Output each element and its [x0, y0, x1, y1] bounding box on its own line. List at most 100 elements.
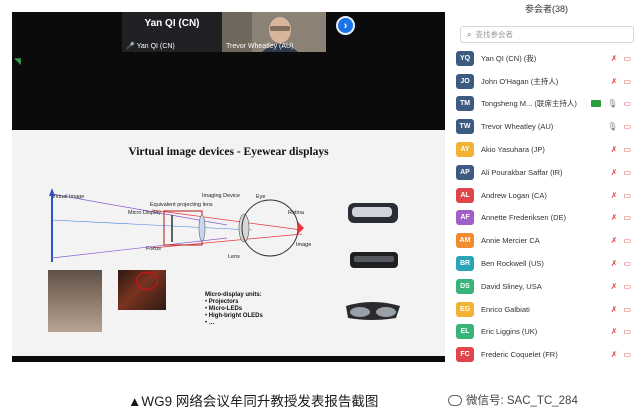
mic-icon[interactable]: 🎙: [607, 99, 617, 108]
presentation-slide: Virtual image devices - Eyewear displays…: [12, 130, 445, 356]
participant-name: Akio Yasuhara (JP): [481, 145, 545, 155]
person-photo: [48, 270, 102, 332]
participant-row[interactable]: AP Ali Pourakbar Saffar (IR) ✗ ▭: [456, 161, 637, 184]
participant-name: Trevor Wheatley (AU): [481, 122, 554, 132]
screen-share-icon: [591, 100, 602, 108]
camera-off-icon[interactable]: ▭: [623, 122, 631, 131]
camera-off-icon[interactable]: ▭: [623, 213, 631, 222]
label-imaging-device: Imaging Device: [202, 193, 240, 199]
mic-off-icon[interactable]: ✗: [611, 305, 618, 314]
camera-off-icon[interactable]: ▭: [623, 54, 631, 63]
wechat-watermark: 微信号: SAC_TC_284: [448, 392, 578, 408]
highlight-circle: [136, 272, 158, 290]
mic-off-icon: 🎤: [126, 43, 135, 50]
avatar: YQ: [456, 50, 474, 66]
avatar: AP: [456, 164, 474, 180]
label-equiv-lens: Equivalent projecting lens: [150, 202, 213, 208]
video-tile-trevor[interactable]: Trevor Wheatley (AU): [222, 12, 326, 52]
signal-icon: ◥: [14, 56, 21, 66]
search-placeholder: 查找参会者: [475, 30, 513, 39]
micro-item: • High-bright OLEDs: [205, 313, 263, 319]
camera-off-icon[interactable]: ▭: [623, 77, 631, 86]
video-tile-yan-qi[interactable]: Yan QI (CN) 🎤 Yan QI (CN): [122, 12, 222, 52]
participant-row[interactable]: DS David Sliney, USA ✗ ▭: [456, 275, 637, 298]
participant-name: Annie Mercier CA: [481, 236, 540, 246]
participant-status: ✗ ▭: [611, 207, 631, 230]
mic-icon[interactable]: 🎙: [607, 122, 617, 131]
participant-row[interactable]: TW Trevor Wheatley (AU) 🎙 ▭: [456, 115, 637, 138]
camera-off-icon[interactable]: ▭: [623, 99, 631, 108]
avatar: DS: [456, 278, 474, 294]
micro-display-list: Micro-display units: • Projectors • Micr…: [205, 292, 263, 327]
label-virtual-image: Virtual Image: [52, 194, 85, 200]
participant-name: Tongsheng M... (联席主持人): [481, 99, 577, 109]
shared-screen: Yan QI (CN) 🎤 Yan QI (CN) Trevor Wheatle…: [12, 12, 445, 362]
avatar: AM: [456, 233, 474, 249]
tile-label: 🎤 Yan QI (CN): [126, 42, 175, 51]
camera-off-icon[interactable]: ▭: [623, 259, 631, 268]
next-video-button[interactable]: ›: [336, 16, 355, 35]
tile-label: Trevor Wheatley (AU): [226, 43, 293, 50]
camera-off-icon[interactable]: ▭: [623, 236, 631, 245]
micro-item: • Micro-LEDs: [205, 306, 243, 312]
participant-name: Andrew Logan (CA): [481, 190, 547, 200]
figure-caption: ▲WG9 网络会议牟同升教授发表报告截图: [128, 394, 379, 409]
label-retina: Retina: [288, 210, 304, 216]
camera-off-icon[interactable]: ▭: [623, 305, 631, 314]
participant-status: ✗ ▭: [611, 161, 631, 184]
micro-heading: Micro-display units:: [205, 292, 262, 298]
avatar: FC: [456, 347, 474, 363]
camera-off-icon[interactable]: ▭: [623, 168, 631, 177]
participant-status: ✗ ▭: [611, 343, 631, 366]
mic-off-icon[interactable]: ✗: [611, 77, 618, 86]
camera-off-icon[interactable]: ▭: [623, 327, 631, 336]
video-strip: Yan QI (CN) 🎤 Yan QI (CN) Trevor Wheatle…: [122, 12, 326, 52]
mic-off-icon[interactable]: ✗: [611, 350, 618, 359]
tile-label-text: Yan QI (CN): [136, 42, 175, 50]
mic-off-icon[interactable]: ✗: [611, 191, 618, 200]
participant-row[interactable]: AM Annie Mercier CA ✗ ▭: [456, 229, 637, 252]
participant-status: ✗ ▭: [611, 321, 631, 344]
participant-name: Enrico Galbiati: [481, 304, 530, 314]
mic-off-icon[interactable]: ✗: [611, 259, 618, 268]
participant-row[interactable]: AY Akio Yasuhara (JP) ✗ ▭: [456, 138, 637, 161]
camera-off-icon[interactable]: ▭: [623, 282, 631, 291]
participant-name: David Sliney, USA: [481, 281, 542, 291]
camera-off-icon[interactable]: ▭: [623, 145, 631, 154]
participant-row[interactable]: YQ Yan QI (CN) (我) ✗ ▭: [456, 47, 637, 70]
label-micro-display: Micro Display: [128, 210, 162, 216]
mic-off-icon[interactable]: ✗: [611, 327, 618, 336]
camera-off-icon[interactable]: ▭: [623, 191, 631, 200]
participant-name: Ben Rockwell (US): [481, 259, 544, 269]
mic-off-icon[interactable]: ✗: [611, 282, 618, 291]
participants-panel: 参会者(38) ⌕ 查找参会者 YQ Yan QI (CN) (我) ✗ ▭ JO Joh…: [452, 0, 641, 375]
participant-row[interactable]: JO John O'Hagan (主持人) ✗ ▭: [456, 70, 637, 93]
avatar: BR: [456, 256, 474, 272]
mic-off-icon[interactable]: ✗: [611, 168, 618, 177]
participant-list: YQ Yan QI (CN) (我) ✗ ▭ JO John O'Hagan (主持人) ✗…: [456, 47, 637, 366]
avatar: AY: [456, 142, 474, 158]
label-lens: Lens: [228, 254, 240, 260]
participant-name: John O'Hagan (主持人): [481, 76, 559, 86]
participant-row[interactable]: EL Eric Liggins (UK) ✗ ▭: [456, 321, 637, 344]
mic-off-icon[interactable]: ✗: [611, 213, 618, 222]
micro-item: • Projectors: [205, 299, 239, 305]
participant-status: ✗ ▭: [611, 184, 631, 207]
participant-row[interactable]: BR Ben Rockwell (US) ✗ ▭: [456, 252, 637, 275]
camera-off-icon[interactable]: ▭: [623, 350, 631, 359]
participant-row[interactable]: AF Annette Frederiksen (DE) ✗ ▭: [456, 207, 637, 230]
participant-status: ✗ ▭: [611, 229, 631, 252]
mic-off-icon[interactable]: ✗: [611, 145, 618, 154]
search-icon: ⌕: [467, 29, 472, 39]
participant-row[interactable]: EG Enrico Galbiati ✗ ▭: [456, 298, 637, 321]
participant-status: ✗ ▭: [611, 138, 631, 161]
participant-row[interactable]: TM Tongsheng M... (联席主持人) 🎙 ▭: [456, 93, 637, 116]
mic-off-icon[interactable]: ✗: [611, 236, 618, 245]
participant-row[interactable]: AL Andrew Logan (CA) ✗ ▭: [456, 184, 637, 207]
participant-row[interactable]: FC Frederic Coquelet (FR) ✗ ▭: [456, 343, 637, 366]
participant-name: Annette Frederiksen (DE): [481, 213, 567, 223]
participant-search-input[interactable]: ⌕ 查找参会者: [460, 26, 634, 43]
watermark-text: 微信号: SAC_TC_284: [466, 395, 578, 407]
label-image: Image: [296, 242, 312, 248]
mic-off-icon[interactable]: ✗: [611, 54, 618, 63]
